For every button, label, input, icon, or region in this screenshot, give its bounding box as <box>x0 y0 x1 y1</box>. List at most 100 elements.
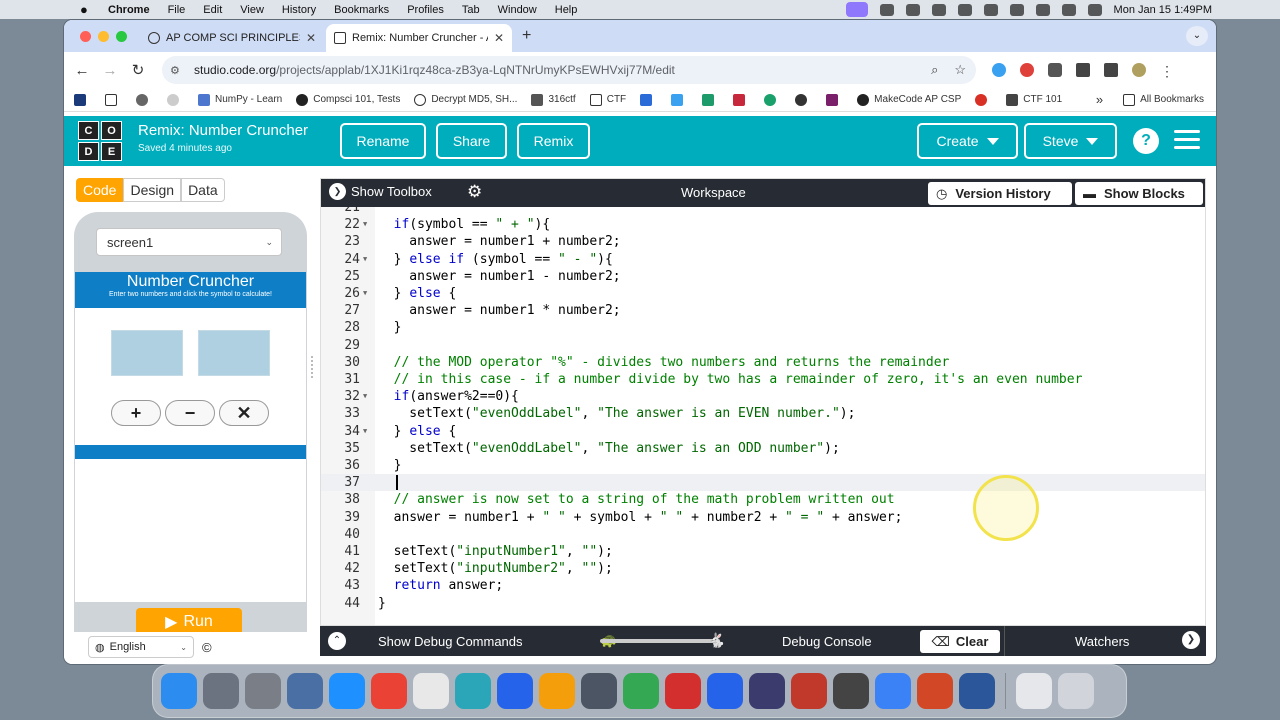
code-line[interactable]: 37 <box>321 474 1205 492</box>
code-line[interactable]: 42 setText("inputNumber2", ""); <box>321 560 1205 577</box>
code-line[interactable]: 32 ▼ if(answer%2==0){ <box>321 388 1205 405</box>
code-line[interactable]: 21 <box>321 207 1205 216</box>
battery-icon[interactable] <box>983 3 998 16</box>
copyright-icon[interactable]: © <box>202 640 212 655</box>
launchpad-icon[interactable] <box>203 673 239 709</box>
wifi-icon[interactable] <box>1009 3 1024 16</box>
clear-console-button[interactable]: ⌫ Clear <box>920 630 1000 653</box>
show-debug-commands[interactable]: Show Debug Commands <box>378 634 523 649</box>
code-icon[interactable] <box>497 673 533 709</box>
control-center-icon[interactable] <box>1061 3 1076 16</box>
menu-bookmarks[interactable]: Bookmarks <box>334 4 389 16</box>
spark-icon[interactable] <box>875 673 911 709</box>
menu-app-name[interactable]: Chrome <box>108 4 150 16</box>
show-blocks-button[interactable]: ▬ Show Blocks <box>1075 182 1203 205</box>
forward-button[interactable]: → <box>96 62 124 79</box>
profile-avatar-icon[interactable] <box>1132 63 1146 77</box>
bookmark-grid[interactable] <box>105 93 122 106</box>
zoom-window-button[interactable] <box>116 31 127 42</box>
menu-tab[interactable]: Tab <box>462 4 480 16</box>
menu-edit[interactable]: Edit <box>203 4 222 16</box>
download-icon[interactable] <box>1076 63 1090 77</box>
fold-arrow-icon[interactable]: ▼ <box>363 216 367 233</box>
fold-arrow-icon[interactable]: ▼ <box>363 285 367 302</box>
address-bar[interactable]: ⚙ studio.code.org/projects/applab/1XJ1Ki… <box>162 56 976 84</box>
bookmark-star-icon[interactable]: ☆ <box>954 62 966 78</box>
screen-record-icon[interactable] <box>845 2 868 17</box>
menu-help[interactable]: Help <box>555 4 578 16</box>
bookmark-icon-a[interactable] <box>640 93 657 106</box>
menu-view[interactable]: View <box>240 4 264 16</box>
tab-code[interactable]: Code <box>76 178 124 202</box>
code-line[interactable]: 25 answer = number1 - number2; <box>321 268 1205 285</box>
textedit-icon[interactable] <box>413 673 449 709</box>
system-settings-icon[interactable] <box>245 673 281 709</box>
fold-arrow-icon[interactable]: ▼ <box>363 423 367 440</box>
code-line[interactable]: 34 ▼ } else { <box>321 423 1205 440</box>
input-number2[interactable] <box>198 330 270 376</box>
drive-icon[interactable] <box>623 673 659 709</box>
bookmark-makecode[interactable]: MakeCode AP CSP <box>857 93 961 106</box>
bookmark-sis[interactable] <box>74 93 91 106</box>
browser-menu-icon[interactable]: ⋮ <box>1160 63 1174 79</box>
more-bookmarks-button[interactable]: » <box>1096 92 1103 107</box>
calculator-icon[interactable] <box>581 673 617 709</box>
bookmark-icon-f[interactable] <box>795 93 812 106</box>
status-app-icon[interactable] <box>879 3 894 16</box>
tab-number-cruncher[interactable]: Remix: Number Cruncher - A ✕ <box>326 24 512 52</box>
siri-icon[interactable] <box>1087 3 1102 16</box>
fold-arrow-icon[interactable]: ▼ <box>363 388 367 405</box>
code-line[interactable]: 38 // answer is now set to a string of t… <box>321 491 1205 508</box>
reload-button[interactable]: ↻ <box>124 61 152 79</box>
unity-icon[interactable] <box>833 673 869 709</box>
volume-icon[interactable] <box>957 3 972 16</box>
code-line[interactable]: 41 setText("inputNumber1", ""); <box>321 543 1205 560</box>
menu-profiles[interactable]: Profiles <box>407 4 444 16</box>
bookmark-decrypt[interactable]: Decrypt MD5, SH... <box>414 93 517 106</box>
code-line[interactable]: 43 return answer; <box>321 577 1205 594</box>
fold-arrow-icon[interactable]: ▼ <box>363 251 367 268</box>
minimize-window-button[interactable] <box>98 31 109 42</box>
minus-button[interactable]: − <box>165 400 215 426</box>
bookmark-numpy[interactable]: NumPy - Learn <box>198 93 282 106</box>
trash-icon[interactable] <box>1058 673 1094 709</box>
code-line[interactable]: 33 setText("evenOddLabel", "The answer i… <box>321 405 1205 422</box>
code-line[interactable]: 44} <box>321 595 1205 612</box>
all-bookmarks-folder[interactable]: All Bookmarks <box>1123 93 1204 106</box>
geogebra-icon[interactable] <box>455 673 491 709</box>
create-dropdown[interactable]: Create <box>917 123 1018 159</box>
close-tab-icon[interactable]: ✕ <box>306 31 316 45</box>
tab-ap-csp[interactable]: AP COMP SCI PRINCIPLES (S ✕ <box>140 24 324 52</box>
bookmark-extra[interactable] <box>136 93 153 106</box>
code-line[interactable]: 29 <box>321 337 1205 354</box>
code-line[interactable]: 36 } <box>321 457 1205 474</box>
status-app3-icon[interactable] <box>931 3 946 16</box>
chrome-icon[interactable] <box>371 673 407 709</box>
bookmark-icon-b[interactable] <box>671 93 688 106</box>
hamburger-menu-icon[interactable] <box>1174 130 1200 154</box>
tab-search-button[interactable]: ⌄ <box>1186 26 1208 46</box>
code-line[interactable]: 40 <box>321 526 1205 543</box>
code-line[interactable]: 24 ▼ } else if (symbol == " - "){ <box>321 251 1205 268</box>
bookmark-icon-c[interactable] <box>702 93 719 106</box>
status-app2-icon[interactable] <box>905 3 920 16</box>
show-toolbox-button[interactable]: ❯ Show Toolbox <box>329 183 432 200</box>
tab-design[interactable]: Design <box>123 178 182 202</box>
code-line[interactable]: 31 // in this case - if a number divide … <box>321 371 1205 388</box>
vpn-icon[interactable] <box>749 673 785 709</box>
multiply-button[interactable]: ✕ <box>219 400 269 426</box>
chevron-up-icon[interactable]: ⌃ <box>328 632 346 650</box>
preview-icon[interactable] <box>287 673 323 709</box>
code-org-logo[interactable]: C O D E <box>78 121 122 161</box>
acrobat-icon[interactable] <box>665 673 701 709</box>
bookmark-extra2[interactable] <box>167 93 184 106</box>
code-line[interactable]: 28 } <box>321 319 1205 336</box>
powerpoint-icon[interactable] <box>917 673 953 709</box>
bookmark-icon-e[interactable] <box>764 93 781 106</box>
extension-icon[interactable] <box>1020 63 1034 77</box>
menu-history[interactable]: History <box>282 4 316 16</box>
bookmark-316ctf[interactable]: 316ctf <box>531 93 576 106</box>
code-line[interactable]: 30 // the MOD operator "%" - divides two… <box>321 354 1205 371</box>
site-info-icon[interactable]: ⚙ <box>170 64 186 77</box>
user-menu[interactable]: Steve <box>1024 123 1117 159</box>
